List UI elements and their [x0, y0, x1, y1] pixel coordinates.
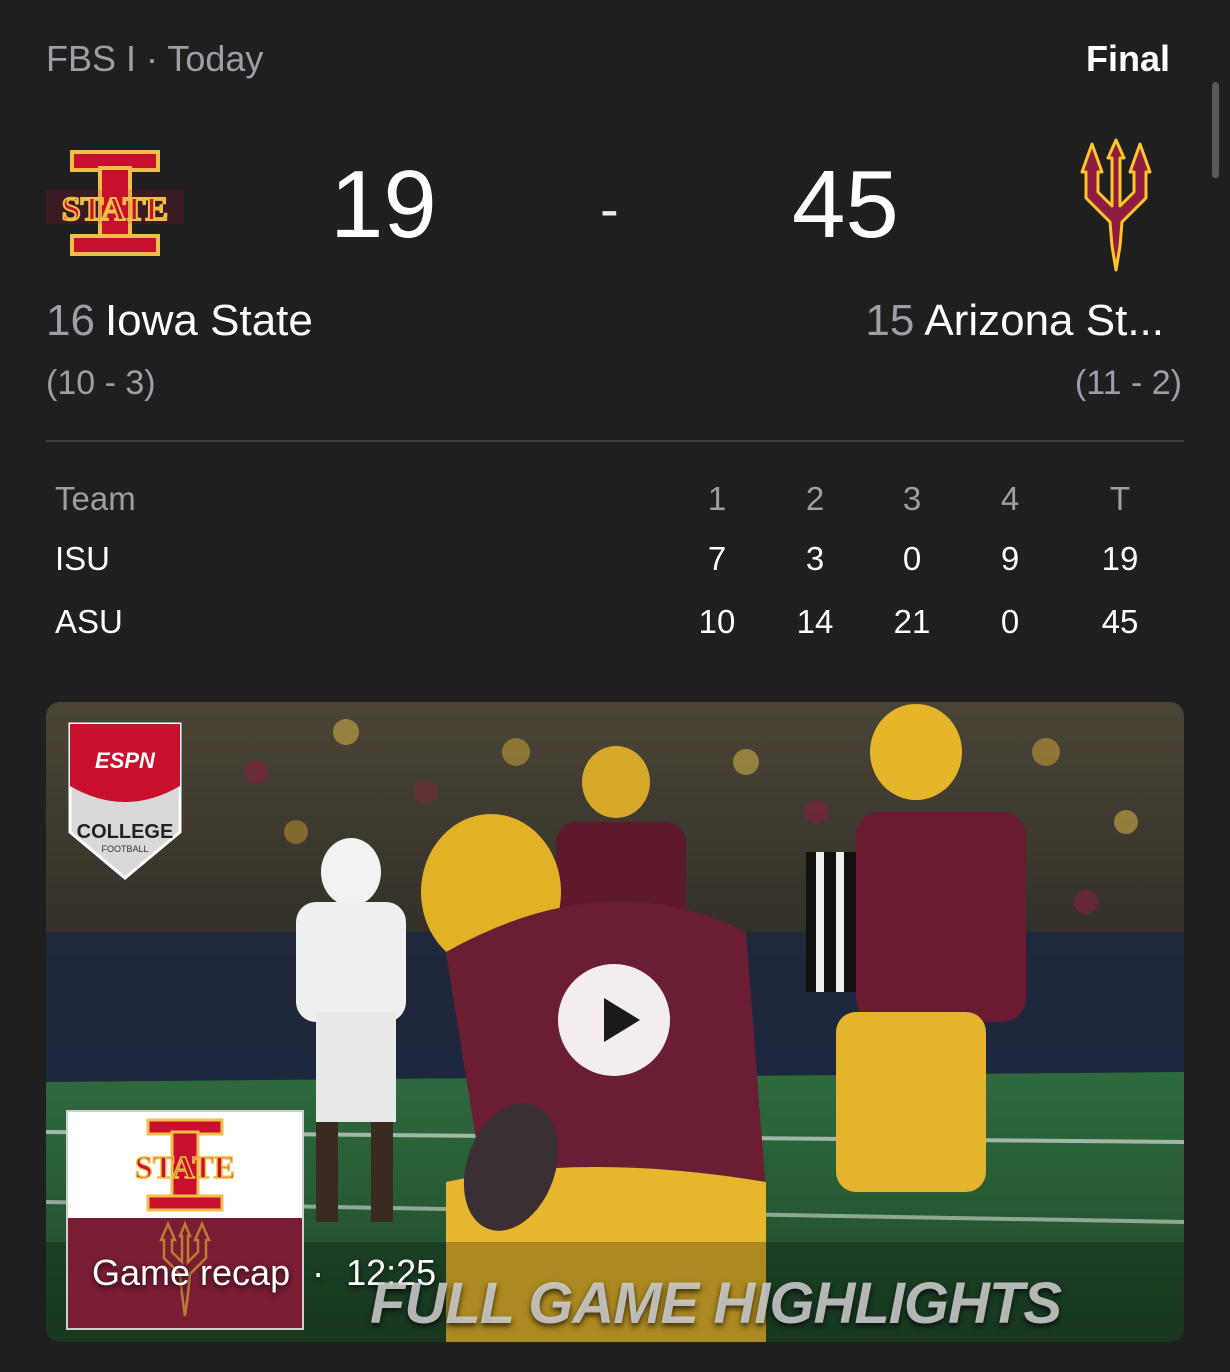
iowa-state-logo-icon[interactable]: STATE	[44, 150, 186, 258]
linescore-team-isu: ISU	[55, 540, 111, 577]
scrollbar-thumb[interactable]	[1212, 82, 1219, 178]
linescore-header-team: Team	[55, 480, 136, 517]
full-game-highlights-overlay: FULL GAME HIGHLIGHTS	[370, 1271, 1062, 1336]
college-badge-text: COLLEGE	[77, 821, 174, 843]
linescore-cell: 3	[805, 540, 825, 577]
matchup-thumbnail: STATE	[66, 1110, 304, 1330]
play-icon[interactable]	[604, 998, 640, 1042]
linescore-header-total: T	[1109, 480, 1131, 517]
linescore-cell: 0	[902, 540, 922, 577]
linescore-cell: 14	[796, 603, 834, 640]
linescore-header-q2: 2	[805, 480, 825, 517]
iowa-state-thumb-logo-text: STATE	[135, 1149, 235, 1185]
divider	[46, 440, 1184, 442]
home-team-rank: 16	[46, 296, 95, 345]
arizona-state-pitchfork-icon[interactable]	[1080, 136, 1152, 272]
league-date-label: FBS I · Today	[46, 38, 264, 79]
linescore-total: 19	[1101, 540, 1139, 577]
video-title: Game recap	[92, 1252, 291, 1293]
linescore-header-q1: 1	[707, 480, 727, 517]
espn-college-football-badge: ESPN COLLEGE FOOTBALL	[66, 720, 184, 882]
away-team-rank: 15	[865, 296, 915, 345]
game-status: Final	[1085, 38, 1170, 79]
iowa-state-logo-text: STATE	[62, 191, 168, 228]
away-team-name: Arizona St...	[924, 296, 1164, 345]
linescore-cell: 10	[698, 603, 736, 640]
away-team-name-row[interactable]: 15 Arizona St...	[865, 296, 1164, 346]
linescore-team-asu: ASU	[55, 603, 123, 640]
linescore-header-q3: 3	[902, 480, 922, 517]
home-score: 19	[330, 151, 437, 258]
linescore-header-q4: 4	[1000, 480, 1020, 517]
linescore-total: 45	[1101, 603, 1139, 640]
linescore-cell: 21	[893, 603, 931, 640]
espn-badge-text: ESPN	[95, 748, 156, 773]
home-team-record: (10 - 3)	[46, 364, 156, 402]
home-team-name: Iowa State	[104, 296, 313, 345]
home-team-name-row[interactable]: 16 Iowa State	[46, 296, 313, 346]
away-score: 45	[792, 151, 899, 258]
football-badge-text: FOOTBALL	[101, 844, 148, 854]
score-separator: -	[600, 177, 619, 240]
linescore-cell: 9	[1000, 540, 1020, 577]
linescore-cell: 7	[707, 540, 727, 577]
caption-separator: ·	[312, 1252, 325, 1293]
linescore-cell: 0	[1000, 603, 1020, 640]
away-team-record: (11 - 2)	[1074, 364, 1182, 402]
